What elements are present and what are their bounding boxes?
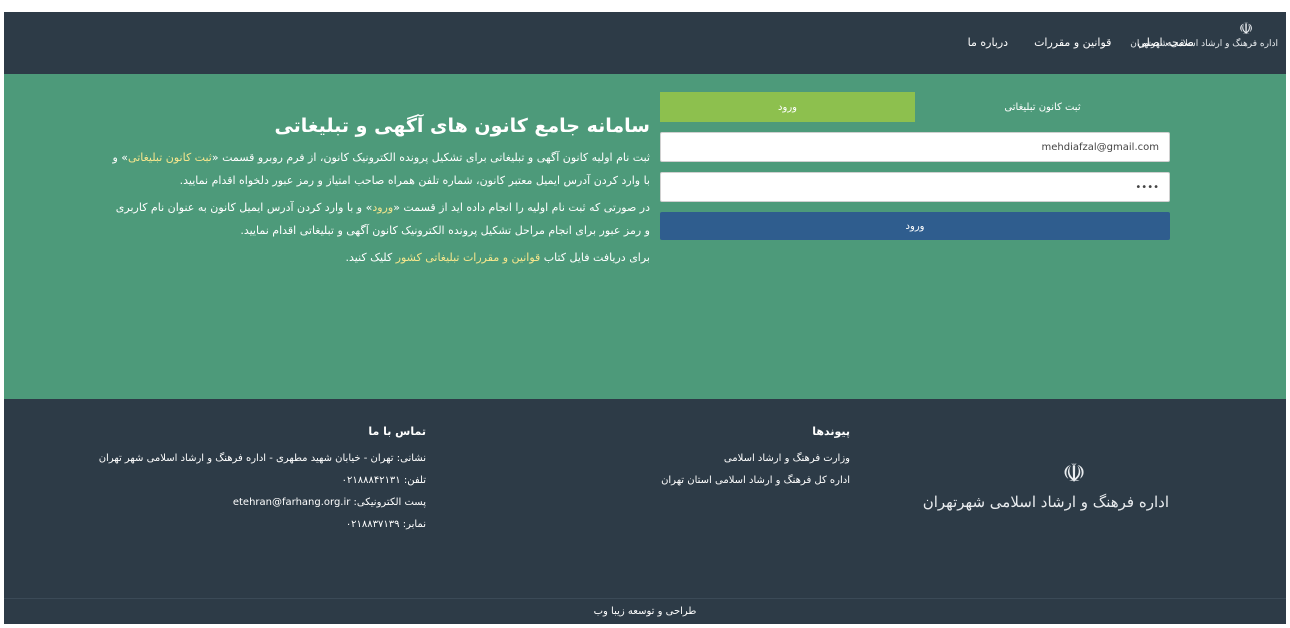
contact-address: نشانی: تهران - خیابان شهید مطهری - اداره… — [98, 453, 426, 464]
contact-title: تماس با ما — [368, 425, 426, 438]
emblem-icon: ☫ — [1238, 19, 1254, 38]
site-footer: ☫ اداره فرهنگ و ارشاد اسلامی شهرتهران پی… — [4, 399, 1286, 624]
links-title: پیوندها — [812, 425, 850, 438]
nav-link-about[interactable]: درباره ما — [968, 36, 1008, 49]
para3-start: برای دریافت فایل کتاب — [540, 251, 650, 264]
login-submit-button[interactable]: ورود — [660, 212, 1170, 240]
footer-link-province-office[interactable]: اداره کل فرهنگ و ارشاد اسلامی استان تهرا… — [550, 474, 850, 487]
intro-paragraph-download: برای دریافت فایل کتاب قوانین و مقررات تب… — [110, 246, 651, 269]
site-logo[interactable]: ☫ اداره فرهنگ و ارشاد اسلامی شهرتهران — [1130, 19, 1278, 66]
footer-contact: تماس با ما نشانی: تهران - خیابان شهید مط… — [0, 425, 426, 540]
tab-login[interactable]: ورود — [660, 92, 915, 122]
nav-link-home[interactable]: صفحه اصلی — [1137, 36, 1194, 49]
para2-start: در صورتی که ثبت نام اولیه را انجام داده … — [393, 201, 650, 214]
page-frame: ☫ اداره فرهنگ و ارشاد اسلامی شهرتهران صف… — [4, 12, 1286, 624]
contact-phone: تلفن: ۰۲۱۸۸۸۴۲۱۳۱ — [341, 475, 426, 486]
top-navbar: ☫ اداره فرهنگ و ارشاد اسلامی شهرتهران صف… — [4, 12, 1286, 74]
rules-book-link[interactable]: قوانین و مقررات تبلیغاتی کشور — [396, 251, 541, 264]
para3-end: کلیک کنید. — [345, 251, 396, 264]
footer-links: پیوندها وزارت فرهنگ و ارشاد اسلامی اداره… — [550, 425, 850, 496]
nav-link-rules[interactable]: قوانین و مقررات — [1034, 36, 1111, 49]
para1-start: ثبت نام اولیه کانون آگهی و تبلیغاتی برای… — [211, 151, 650, 164]
site-logo-text: اداره فرهنگ و ارشاد اسلامی شهرتهران — [1130, 39, 1278, 49]
footer-logo: ☫ اداره فرهنگ و ارشاد اسلامی شهرتهران — [922, 459, 1169, 539]
nav-links: صفحه اصلی قوانین و مقررات درباره ما — [968, 36, 1194, 49]
developer-credit[interactable]: طراحی و توسعه زیبا وب — [4, 598, 1286, 624]
contact-email: پست الکترونیکی: etehran@farhang.org.ir — [232, 497, 426, 508]
contact-fax: نمابر: ۰۲۱۸۸۳۷۱۳۹ — [345, 519, 426, 530]
intro-paragraph-login: در صورتی که ثبت نام اولیه را انجام داده … — [110, 196, 650, 242]
password-field[interactable] — [660, 172, 1170, 202]
form-tabs: ثبت کانون تبلیغاتی ورود — [660, 92, 1170, 122]
tab-register[interactable]: ثبت کانون تبلیغاتی — [915, 92, 1170, 122]
login-form: ثبت کانون تبلیغاتی ورود ورود — [660, 92, 1170, 240]
hero-section: سامانه جامع کانون های آگهی و تبلیغاتی ثب… — [4, 74, 1286, 399]
intro-paragraph-register: ثبت نام اولیه کانون آگهی و تبلیغاتی برای… — [110, 146, 651, 192]
footer-link-ministry[interactable]: وزارت فرهنگ و ارشاد اسلامی — [550, 452, 850, 465]
login-highlight-link[interactable]: ورود — [372, 201, 393, 214]
page-title: سامانه جامع کانون های آگهی و تبلیغاتی — [274, 115, 650, 137]
intro-text: سامانه جامع کانون های آگهی و تبلیغاتی ثب… — [110, 112, 651, 273]
register-highlight-link[interactable]: ثبت کانون تبلیغاتی — [128, 151, 212, 164]
footer-logo-text: اداره فرهنگ و ارشاد اسلامی شهرتهران — [922, 493, 1169, 511]
footer-emblem-icon: ☫ — [1062, 459, 1086, 489]
email-field[interactable] — [660, 132, 1170, 162]
